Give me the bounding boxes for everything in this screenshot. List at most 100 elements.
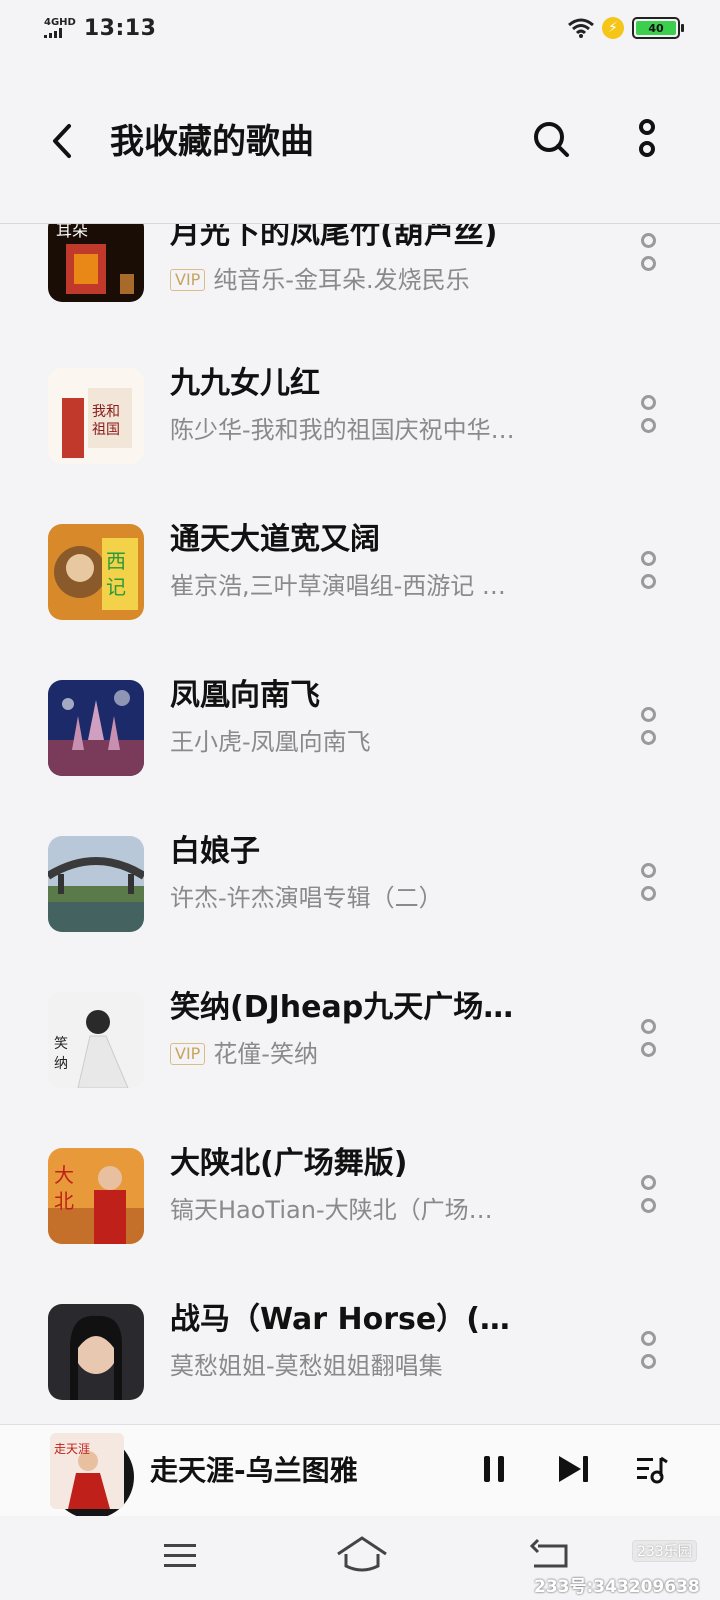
clock: 13:13 bbox=[83, 15, 157, 41]
song-row[interactable]: 大 北 大陕北(广场舞版) 镐天HaoTian-大陕北（广场… bbox=[0, 1144, 720, 1294]
more-dot-icon bbox=[640, 1019, 656, 1034]
search-button[interactable] bbox=[526, 114, 576, 164]
next-track-button[interactable] bbox=[552, 1445, 596, 1493]
more-dot-icon bbox=[640, 1198, 656, 1213]
song-title: 白娘子 bbox=[170, 834, 260, 869]
more-dot-icon bbox=[640, 1331, 656, 1346]
page-title: 我收藏的歌曲 bbox=[110, 122, 314, 162]
more-dot-icon bbox=[640, 1175, 656, 1190]
song-subtitle: 莫愁姐姐-莫愁姐姐翻唱集 bbox=[170, 1350, 590, 1382]
song-subtitle: VIP 纯音乐-金耳朵.发烧民乐 bbox=[170, 264, 590, 296]
song-subtitle: 镐天HaoTian-大陕北（广场… bbox=[170, 1194, 590, 1226]
more-menu-button[interactable] bbox=[622, 114, 672, 164]
watermark-logo: 233乐园 bbox=[632, 1540, 697, 1562]
menu-icon bbox=[164, 1544, 196, 1567]
song-more-button[interactable] bbox=[628, 696, 668, 756]
song-row[interactable]: 我和 祖国 九九女儿红 陈少华-我和我的祖国庆祝中华… bbox=[0, 364, 720, 514]
album-cover bbox=[48, 836, 144, 932]
album-cover: 耳朵 bbox=[48, 224, 144, 302]
home-button[interactable] bbox=[334, 1532, 390, 1576]
playlist-icon bbox=[637, 1456, 668, 1484]
recent-apps-button[interactable] bbox=[160, 1536, 200, 1576]
charging-icon: ⚡ bbox=[602, 17, 624, 39]
more-dot-icon bbox=[640, 551, 656, 566]
song-subtitle: 崔京浩,三叶草演唱组-西游记 … bbox=[170, 570, 590, 602]
more-vertical-icon bbox=[639, 119, 655, 157]
song-artist: 王小虎-凤凰向南飞 bbox=[170, 728, 371, 756]
home-icon bbox=[337, 1536, 387, 1572]
song-row[interactable]: 耳朵 月光下的凤尾竹(葫芦丝) VIP 纯音乐-金耳朵.发烧民乐 bbox=[0, 224, 720, 364]
album-cover: 我和 祖国 bbox=[48, 368, 144, 464]
more-dot-icon bbox=[640, 1354, 656, 1369]
song-title: 笑纳(DJheap九天广场… bbox=[170, 990, 514, 1025]
more-dot-icon bbox=[640, 707, 656, 722]
song-title: 大陕北(广场舞版) bbox=[170, 1146, 408, 1181]
song-row[interactable]: 凤凰向南飞 王小虎-凤凰向南飞 bbox=[0, 676, 720, 826]
app-header: 我收藏的歌曲 bbox=[0, 96, 720, 186]
status-bar: 4GHD 13:13 ⚡ 40 bbox=[0, 0, 720, 56]
song-title: 通天大道宽又阔 bbox=[170, 522, 380, 557]
network-type: 4GHD bbox=[44, 17, 76, 28]
song-row[interactable]: 西 记 通天大道宽又阔 崔京浩,三叶草演唱组-西游记 … bbox=[0, 520, 720, 670]
album-cover bbox=[48, 1304, 144, 1400]
song-list[interactable]: 耳朵 月光下的凤尾竹(葫芦丝) VIP 纯音乐-金耳朵.发烧民乐 我和 祖国 九… bbox=[0, 224, 720, 1424]
svg-text:耳朵: 耳朵 bbox=[56, 224, 88, 240]
pause-button[interactable] bbox=[474, 1445, 514, 1493]
song-more-button[interactable] bbox=[628, 224, 668, 282]
song-row[interactable]: 战马（War Horse）(… 莫愁姐姐-莫愁姐姐翻唱集 bbox=[0, 1300, 720, 1424]
song-more-button[interactable] bbox=[628, 1320, 668, 1380]
more-dot-icon bbox=[640, 574, 656, 589]
more-dot-icon bbox=[640, 730, 656, 745]
cover-text: 走天涯 bbox=[54, 1442, 90, 1456]
song-more-button[interactable] bbox=[628, 1164, 668, 1224]
svg-text:记: 记 bbox=[106, 575, 126, 599]
back-button[interactable] bbox=[40, 116, 84, 166]
watermark-text: 233号:343209638 bbox=[534, 1577, 700, 1597]
mini-player[interactable]: 走天涯 走天涯-乌兰图雅 bbox=[0, 1424, 720, 1519]
song-artist: 陈少华-我和我的祖国庆祝中华… bbox=[170, 416, 515, 444]
battery-level: 40 bbox=[636, 21, 676, 35]
album-cover: 西 记 bbox=[48, 524, 144, 620]
more-dot-icon bbox=[640, 863, 656, 878]
battery-icon: 40 bbox=[632, 17, 684, 39]
song-more-button[interactable] bbox=[628, 1008, 668, 1068]
album-cover: 大 北 bbox=[48, 1148, 144, 1244]
more-dot-icon bbox=[640, 395, 656, 410]
album-cover: 笑 纳 bbox=[48, 992, 144, 1088]
wifi-icon bbox=[568, 18, 594, 38]
skip-next-icon bbox=[559, 1456, 588, 1482]
song-row[interactable]: 白娘子 许杰-许杰演唱专辑（二） bbox=[0, 832, 720, 982]
now-playing-title[interactable]: 走天涯-乌兰图雅 bbox=[150, 1449, 358, 1489]
song-artist: 花僮-笑纳 bbox=[213, 1040, 318, 1068]
svg-text:我和: 我和 bbox=[92, 404, 120, 420]
chevron-left-icon bbox=[53, 124, 71, 158]
vip-badge: VIP bbox=[170, 269, 206, 291]
song-more-button[interactable] bbox=[628, 852, 668, 912]
signal-icon bbox=[44, 28, 76, 38]
song-title: 战马（War Horse）(… bbox=[170, 1302, 510, 1337]
more-dot-icon bbox=[640, 886, 656, 901]
song-title: 月光下的凤尾竹(葫芦丝) bbox=[170, 224, 498, 251]
song-subtitle: VIP 花僮-笑纳 bbox=[170, 1038, 590, 1070]
more-dot-icon bbox=[640, 233, 656, 248]
song-subtitle: 许杰-许杰演唱专辑（二） bbox=[170, 882, 590, 914]
network-indicator: 4GHD bbox=[44, 18, 76, 38]
song-more-button[interactable] bbox=[628, 540, 668, 600]
song-title: 凤凰向南飞 bbox=[170, 678, 320, 713]
song-artist: 纯音乐-金耳朵.发烧民乐 bbox=[213, 266, 470, 294]
svg-text:北: 北 bbox=[54, 1189, 74, 1213]
now-playing-cover[interactable]: 走天涯 bbox=[50, 1433, 124, 1509]
pause-icon bbox=[484, 1456, 504, 1482]
vip-badge: VIP bbox=[170, 1043, 206, 1065]
song-artist: 崔京浩,三叶草演唱组-西游记 … bbox=[170, 572, 506, 600]
svg-text:纳: 纳 bbox=[54, 1056, 68, 1072]
svg-text:笑: 笑 bbox=[54, 1036, 68, 1052]
album-cover bbox=[48, 680, 144, 776]
song-title: 九九女儿红 bbox=[170, 366, 320, 401]
playlist-queue-button[interactable] bbox=[630, 1445, 674, 1493]
song-artist: 镐天HaoTian-大陕北（广场… bbox=[170, 1196, 493, 1224]
song-row[interactable]: 笑 纳 笑纳(DJheap九天广场… VIP 花僮-笑纳 bbox=[0, 988, 720, 1138]
song-more-button[interactable] bbox=[628, 384, 668, 444]
svg-text:西: 西 bbox=[106, 549, 126, 573]
more-dot-icon bbox=[640, 1042, 656, 1057]
